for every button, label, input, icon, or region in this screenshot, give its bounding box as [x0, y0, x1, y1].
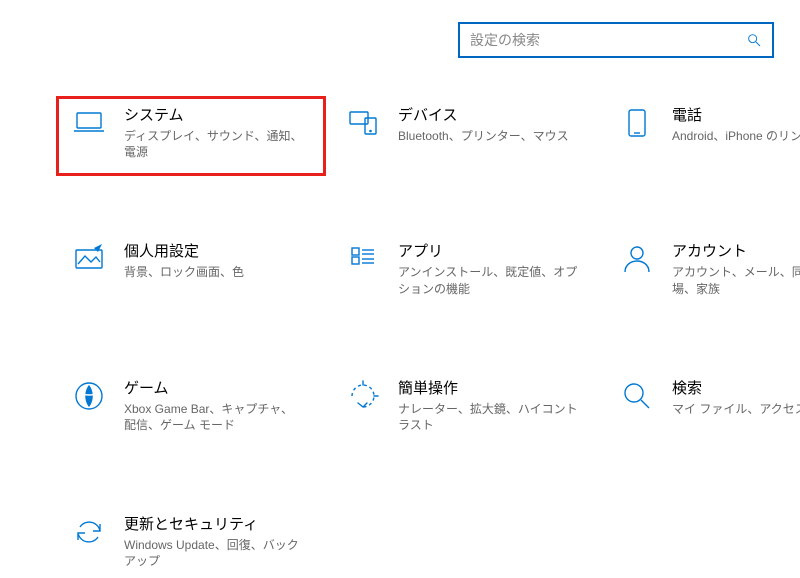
settings-item-subtitle: Android、iPhone のリンク [672, 128, 800, 144]
settings-item-subtitle: マイ ファイル、アクセス許可 [672, 401, 800, 417]
ease-of-access-icon [346, 379, 380, 413]
settings-item-subtitle: 背景、ロック画面、色 [124, 264, 244, 280]
settings-item-title: 電話 [672, 104, 800, 125]
phone-icon [620, 106, 654, 140]
settings-item-title: システム [124, 104, 304, 125]
settings-item-title: デバイス [398, 104, 569, 125]
settings-item-title: ゲーム [124, 377, 304, 398]
settings-item-system[interactable]: システム ディスプレイ、サウンド、通知、電源 [72, 96, 346, 168]
settings-item-phone[interactable]: 電話 Android、iPhone のリンク [620, 96, 800, 168]
settings-item-title: 更新とセキュリティ [124, 513, 304, 534]
update-icon [72, 515, 106, 549]
accounts-icon [620, 242, 654, 276]
search-box[interactable] [458, 22, 774, 58]
settings-item-subtitle: アンインストール、既定値、オプションの機能 [398, 264, 578, 296]
settings-item-title: 個人用設定 [124, 240, 244, 261]
settings-item-title: アプリ [398, 240, 578, 261]
settings-item-apps[interactable]: アプリ アンインストール、既定値、オプションの機能 [346, 232, 620, 304]
settings-item-accounts[interactable]: アカウント アカウント、メール、同期、職場、家族 [620, 232, 800, 304]
personalization-icon [72, 242, 106, 276]
settings-item-subtitle: ナレーター、拡大鏡、ハイコントラスト [398, 401, 578, 433]
settings-item-subtitle: Bluetooth、プリンター、マウス [398, 128, 569, 144]
settings-item-devices[interactable]: デバイス Bluetooth、プリンター、マウス [346, 96, 620, 168]
settings-item-title: 簡単操作 [398, 377, 578, 398]
settings-item-title: 検索 [672, 377, 800, 398]
settings-item-update-security[interactable]: 更新とセキュリティ Windows Update、回復、バックアップ [72, 505, 346, 577]
settings-item-ease-of-access[interactable]: 簡単操作 ナレーター、拡大鏡、ハイコントラスト [346, 369, 620, 441]
settings-item-subtitle: アカウント、メール、同期、職場、家族 [672, 264, 800, 296]
search-input[interactable] [470, 32, 746, 48]
magnifier-icon [620, 379, 654, 413]
settings-item-subtitle: Windows Update、回復、バックアップ [124, 537, 304, 569]
settings-item-subtitle: ディスプレイ、サウンド、通知、電源 [124, 128, 304, 160]
settings-item-search[interactable]: 検索 マイ ファイル、アクセス許可 [620, 369, 800, 441]
gaming-icon [72, 379, 106, 413]
settings-item-gaming[interactable]: ゲーム Xbox Game Bar、キャプチャ、配信、ゲーム モード [72, 369, 346, 441]
search-icon [746, 32, 762, 48]
settings-item-title: アカウント [672, 240, 800, 261]
apps-icon [346, 242, 380, 276]
laptop-icon [72, 106, 106, 140]
devices-icon [346, 106, 380, 140]
settings-item-subtitle: Xbox Game Bar、キャプチャ、配信、ゲーム モード [124, 401, 304, 433]
settings-item-personalization[interactable]: 個人用設定 背景、ロック画面、色 [72, 232, 346, 304]
